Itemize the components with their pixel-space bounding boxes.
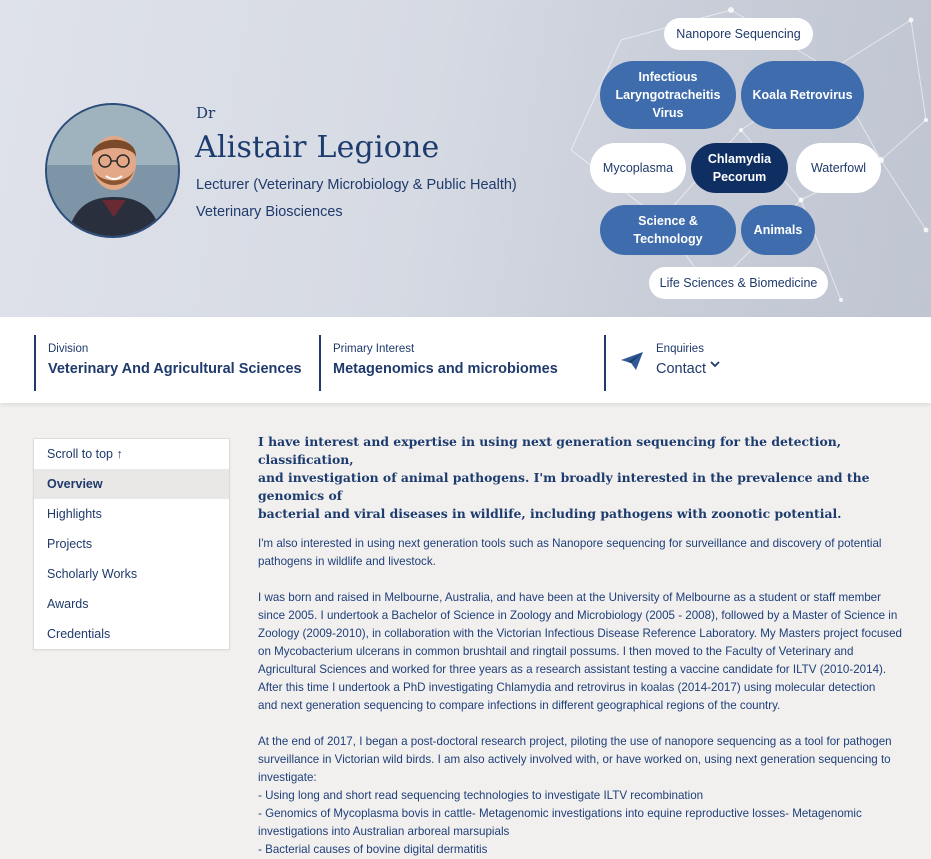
lead-line: and investigation of animal pathogens. I… [258, 470, 870, 503]
tag-mycoplasma[interactable]: Mycoplasma [590, 143, 686, 193]
paragraph-line: since 2005. I undertook a Bachelor of Sc… [258, 609, 898, 622]
paragraph-line: I'm also interested in using next genera… [258, 537, 882, 550]
tag-waterfowl[interactable]: Waterfowl [796, 143, 881, 193]
division-block: Division Veterinary And Agricultural Sci… [34, 335, 304, 391]
tag-label: Waterfowl [810, 161, 867, 175]
overview-paragraph: I was born and raised in Melbourne, Aust… [258, 589, 903, 715]
contact-dropdown[interactable]: Enquiries Contact [604, 335, 744, 391]
paragraph-line: - Using long and short read sequencing t… [258, 789, 704, 802]
paragraph-line: After this time I undertook a PhD invest… [258, 681, 876, 694]
lead-line: bacterial and viral diseases in wildlife… [258, 506, 842, 521]
profile-department: Veterinary Biosciences [196, 204, 343, 220]
paragraph-line: - Bacterial causes of bovine digital der… [258, 843, 488, 856]
paragraph-line: investigations into Australian arboreal … [258, 825, 510, 838]
tag-science-technology[interactable]: Science & Technology [600, 205, 736, 255]
lead-line: I have interest and expertise in using n… [258, 434, 842, 467]
tag-label: Life Sciences & Biomedicine [659, 276, 818, 290]
paragraph-line: and next generation sequencing to compar… [258, 699, 781, 712]
contact-link[interactable]: Contact [656, 361, 744, 377]
tag-koala-retrovirus[interactable]: Koala Retrovirus [741, 61, 864, 129]
primary-interest-block: Primary Interest Metagenomics and microb… [319, 335, 589, 391]
enquiries-label: Enquiries [656, 343, 704, 355]
page-title: Alistair Legione [195, 130, 440, 165]
tag-label: Mycoplasma [602, 161, 674, 175]
honorific: Dr [196, 104, 216, 122]
paragraph-line: Agricultural Sciences and worked for thr… [258, 663, 887, 676]
overview-paragraph: I'm also interested in using next genera… [258, 535, 882, 571]
tag-chlamydia-pecorum[interactable]: Chlamydia Pecorum [691, 143, 788, 193]
chevron-down-icon [710, 355, 720, 373]
profile-role: Lecturer (Veterinary Microbiology & Publ… [196, 177, 517, 193]
tag-nanopore-sequencing[interactable]: Nanopore Sequencing [664, 18, 813, 50]
tag-label: Infectious Laryngotracheitis Virus [615, 70, 721, 120]
paragraph-line: - Genomics of Mycoplasma bovis in cattle… [258, 807, 862, 820]
division-value: Veterinary And Agricultural Sciences [48, 361, 302, 377]
nav-projects[interactable]: Projects [34, 529, 229, 559]
tag-infectious-laryngotracheitis-virus[interactable]: Infectious Laryngotracheitis Virus [600, 61, 736, 129]
tag-label: Science & Technology [633, 214, 703, 246]
nav-highlights[interactable]: Highlights [34, 499, 229, 529]
paragraph-line: surveillance in Victorian wild birds. I … [258, 753, 891, 766]
primary-interest-label: Primary Interest [333, 343, 415, 355]
nav-scroll-to-top[interactable]: Scroll to top ↑ [34, 439, 229, 469]
overview-section: I have interest and expertise in using n… [258, 433, 903, 859]
avatar [45, 103, 180, 238]
paragraph-line: on Mycobacterium ulcerans in common brus… [258, 645, 854, 658]
paragraph-line: At the end of 2017, I began a post-docto… [258, 735, 892, 748]
paragraph-line: investigate: [258, 771, 317, 784]
paper-plane-icon [620, 351, 644, 376]
paragraph-line: pathogens in wildlife and livestock. [258, 555, 436, 568]
tag-label: Koala Retrovirus [752, 88, 853, 102]
section-nav: Scroll to top ↑ Overview Highlights Proj… [33, 438, 230, 650]
tag-life-sciences-biomedicine[interactable]: Life Sciences & Biomedicine [649, 267, 828, 299]
primary-interest-value: Metagenomics and microbiomes [333, 361, 558, 377]
overview-lead: I have interest and expertise in using n… [258, 433, 880, 523]
nav-credentials[interactable]: Credentials [34, 619, 229, 649]
tag-animals[interactable]: Animals [741, 205, 815, 255]
tag-label: Chlamydia Pecorum [707, 152, 772, 184]
info-bar: Division Veterinary And Agricultural Sci… [0, 317, 931, 403]
tag-label: Nanopore Sequencing [676, 27, 801, 41]
paragraph-line: I was born and raised in Melbourne, Aust… [258, 591, 881, 604]
portrait-image [47, 105, 178, 236]
nav-scholarly-works[interactable]: Scholarly Works [34, 559, 229, 589]
profile-hero: Dr Alistair Legione Lecturer (Veterinary… [0, 0, 931, 317]
nav-overview[interactable]: Overview [34, 469, 229, 499]
nav-awards[interactable]: Awards [34, 589, 229, 619]
overview-paragraph: At the end of 2017, I began a post-docto… [258, 733, 892, 859]
tag-label: Animals [753, 223, 803, 237]
paragraph-line: Zoology (2009-2010), in collaboration wi… [258, 627, 903, 640]
division-label: Division [48, 343, 89, 355]
